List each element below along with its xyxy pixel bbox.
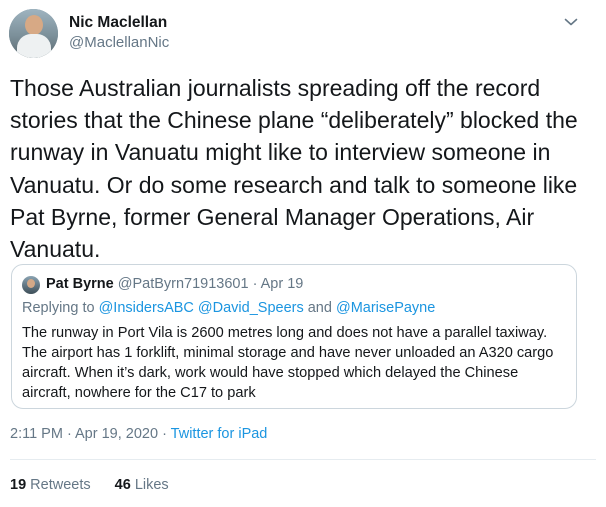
tweet-menu-button[interactable] [562, 13, 580, 31]
replying-prefix: Replying to [22, 300, 99, 316]
quoted-date[interactable]: Apr 19 [261, 276, 304, 292]
replying-users-link[interactable]: @InsidersABC @David_Speers [99, 300, 304, 316]
tweet-timestamp-line: 2:11 PM · Apr 19, 2020 · Twitter for iPa… [10, 426, 267, 442]
likes-count: 46 [114, 477, 131, 493]
retweets-count: 19 [10, 477, 27, 493]
quoted-avatar[interactable] [22, 276, 40, 294]
avatar-body [17, 34, 51, 58]
quoted-text: The runway in Port Vila is 2600 metres l… [22, 325, 554, 401]
quoted-replying-to: Replying to @InsidersABC @David_Speers a… [22, 300, 435, 316]
stats-divider [10, 459, 596, 460]
retweets-label: Retweets [26, 477, 91, 493]
tweet-card: Nic Maclellan @MaclellanNic Those Austra… [0, 0, 606, 507]
likes-label: Likes [130, 477, 169, 493]
tweet-source-link[interactable]: Twitter for iPad [171, 426, 268, 442]
author-name[interactable]: Nic Maclellan [69, 14, 167, 32]
likes-stat[interactable]: 46 Likes [115, 477, 169, 493]
tweet-text: Those Australian journalists spreading o… [10, 75, 578, 263]
author-avatar[interactable] [9, 9, 58, 58]
quoted-separator: · [248, 276, 261, 292]
tweet-stats: 19 Retweets 46 Likes [10, 477, 189, 493]
quoted-tweet[interactable]: Pat Byrne @PatByrn71913601 · Apr 19 Repl… [11, 264, 577, 409]
replying-last-user-link[interactable]: @MarisePayne [336, 300, 435, 316]
tweet-timestamp[interactable]: 2:11 PM · Apr 19, 2020 · [10, 426, 171, 442]
chevron-down-icon [564, 18, 578, 26]
avatar-head [25, 15, 43, 35]
quoted-avatar-face [27, 279, 35, 288]
author-handle[interactable]: @MaclellanNic [69, 34, 169, 51]
quoted-header: Pat Byrne @PatByrn71913601 · Apr 19 [46, 276, 303, 292]
replying-and: and [303, 300, 336, 316]
retweets-stat[interactable]: 19 Retweets [10, 477, 91, 493]
quoted-author-handle[interactable]: @PatByrn71913601 [118, 276, 249, 292]
quoted-author-name[interactable]: Pat Byrne [46, 276, 114, 292]
